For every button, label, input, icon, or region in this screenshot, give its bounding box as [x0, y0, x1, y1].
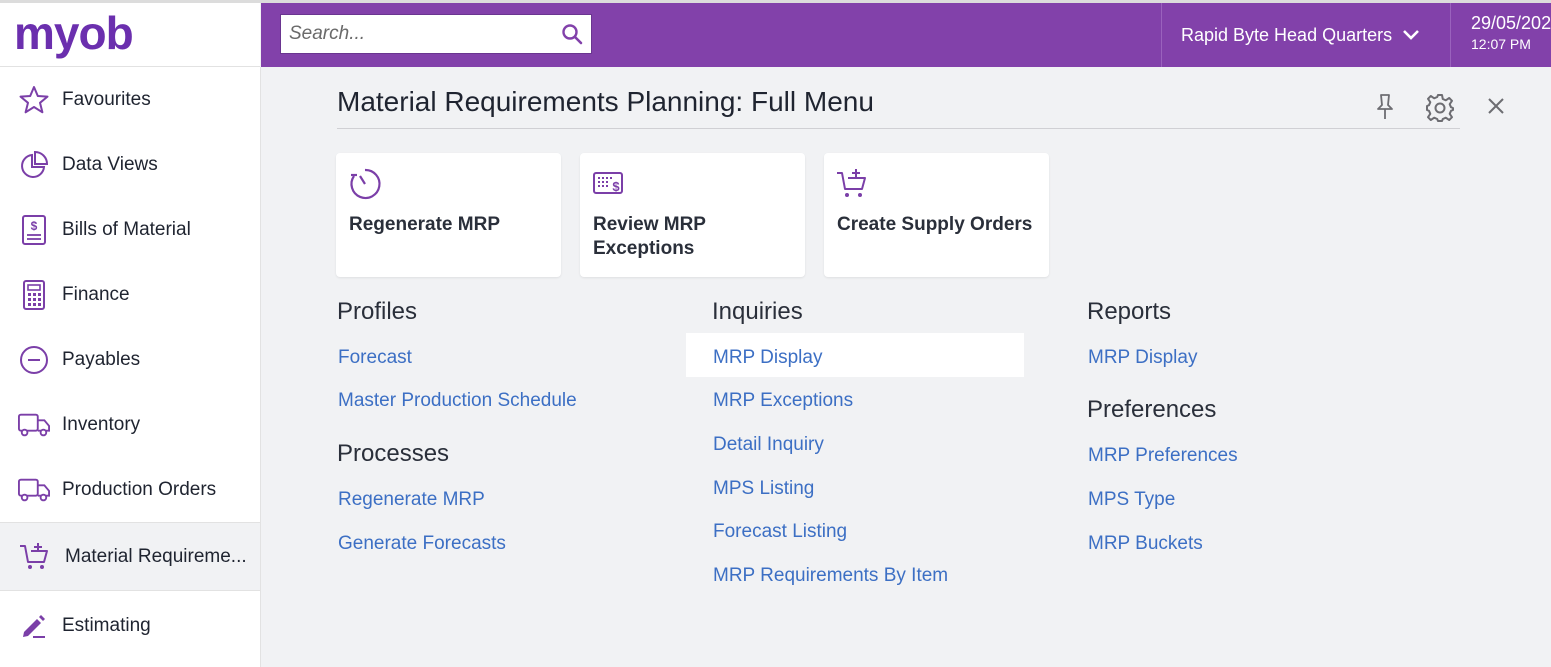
sidebar-item-label: Estimating [62, 614, 151, 636]
close-icon[interactable] [1486, 96, 1506, 121]
tile-label: Create Supply Orders [837, 214, 1033, 235]
truck-icon [18, 474, 50, 506]
logo-area[interactable]: myob [0, 3, 260, 67]
header-divider [1450, 3, 1451, 67]
sidebar-item-finance[interactable]: Finance [0, 262, 260, 327]
link-forecast-listing[interactable]: Forecast Listing [713, 521, 847, 543]
link-mrp-preferences[interactable]: MRP Preferences [1088, 445, 1238, 467]
link-report-mrp-display[interactable]: MRP Display [1088, 347, 1197, 369]
link-mrp-buckets[interactable]: MRP Buckets [1088, 533, 1203, 555]
date-time: 29/05/2023 12:07 PM [1471, 13, 1551, 52]
current-time: 12:07 PM [1471, 36, 1531, 52]
header-divider [1161, 3, 1162, 67]
sidebar-item-label: Finance [62, 283, 130, 305]
search-input[interactable] [281, 15, 551, 53]
section-heading-processes: Processes [337, 440, 450, 467]
section-heading-preferences: Preferences [1087, 396, 1217, 423]
timer-icon [348, 167, 382, 206]
svg-text:myob: myob [14, 9, 133, 59]
gear-icon[interactable] [1425, 93, 1455, 128]
sidebar-item-estimating[interactable]: Estimating [0, 593, 260, 658]
link-mrp-display[interactable]: MRP Display [713, 347, 822, 369]
link-detail-inquiry[interactable]: Detail Inquiry [713, 434, 824, 456]
current-date: 29/05/2023 [1471, 13, 1551, 33]
title-divider [337, 128, 1460, 129]
sidebar-item-payables[interactable]: Payables [0, 327, 260, 392]
cart-add-icon [836, 167, 870, 206]
sidebar-item-label: Data Views [62, 153, 158, 175]
link-master-production-schedule[interactable]: Master Production Schedule [338, 390, 577, 412]
tile-regenerate-mrp[interactable]: Regenerate MRP [336, 153, 561, 277]
sidebar-item-bills-of-material[interactable]: $ Bills of Material [0, 197, 260, 262]
sidebar-item-inventory[interactable]: Inventory [0, 392, 260, 457]
tile-label: Review MRP Exceptions [593, 214, 706, 259]
search-box [280, 14, 592, 54]
section-heading-inquiries: Inquiries [712, 298, 803, 325]
pie-chart-icon [18, 149, 50, 181]
myob-logo: myob [14, 9, 134, 59]
search-icon[interactable] [561, 23, 583, 50]
link-mrp-exceptions[interactable]: MRP Exceptions [713, 390, 853, 412]
sidebar-item-label: Favourites [62, 88, 151, 110]
sidebar-item-label: Payables [62, 348, 141, 370]
link-forecast[interactable]: Forecast [338, 347, 412, 369]
link-mps-type[interactable]: MPS Type [1088, 489, 1175, 511]
pencil-icon [18, 610, 50, 642]
top-header: Rapid Byte Head Quarters 29/05/2023 12:0… [261, 3, 1551, 67]
link-mps-listing[interactable]: MPS Listing [713, 478, 814, 500]
keyboard-dollar-icon: $ [592, 167, 626, 206]
star-icon [18, 84, 50, 116]
sidebar-item-material-requirements[interactable]: Material Requireme... [0, 522, 260, 591]
calculator-icon [18, 279, 50, 311]
svg-text:$: $ [612, 179, 620, 194]
link-mrp-requirements-by-item[interactable]: MRP Requirements By Item [713, 565, 948, 587]
sidebar-item-label: Bills of Material [62, 218, 191, 240]
link-regenerate-mrp[interactable]: Regenerate MRP [338, 489, 485, 511]
page-title: Material Requirements Planning: Full Men… [337, 86, 874, 117]
sidebar-item-label: Material Requireme... [65, 545, 247, 567]
tile-review-mrp-exceptions[interactable]: $ Review MRP Exceptions [580, 153, 805, 277]
company-name: Rapid Byte Head Quarters [1181, 24, 1393, 45]
minus-circle-icon [18, 344, 50, 376]
pin-icon[interactable] [1374, 93, 1396, 126]
svg-text:$: $ [31, 219, 38, 233]
section-heading-profiles: Profiles [337, 298, 418, 325]
sidebar-item-label: Production Orders [62, 478, 217, 500]
link-generate-forecasts[interactable]: Generate Forecasts [338, 533, 506, 555]
truck-icon [18, 409, 50, 441]
sidebar-item-data-views[interactable]: Data Views [0, 132, 260, 197]
cart-add-icon [18, 541, 50, 573]
chevron-down-icon [1403, 30, 1420, 40]
tile-create-supply-orders[interactable]: Create Supply Orders [824, 153, 1049, 277]
company-selector[interactable]: Rapid Byte Head Quarters [1181, 3, 1420, 67]
sidebar: Favourites Data Views $ Bills of Materia… [0, 67, 261, 667]
tile-label: Regenerate MRP [349, 214, 500, 235]
dollar-document-icon: $ [18, 214, 50, 246]
sidebar-item-favourites[interactable]: Favourites [0, 67, 260, 132]
section-heading-reports: Reports [1087, 298, 1172, 325]
sidebar-item-production-orders[interactable]: Production Orders [0, 457, 260, 522]
sidebar-item-label: Inventory [62, 413, 141, 435]
